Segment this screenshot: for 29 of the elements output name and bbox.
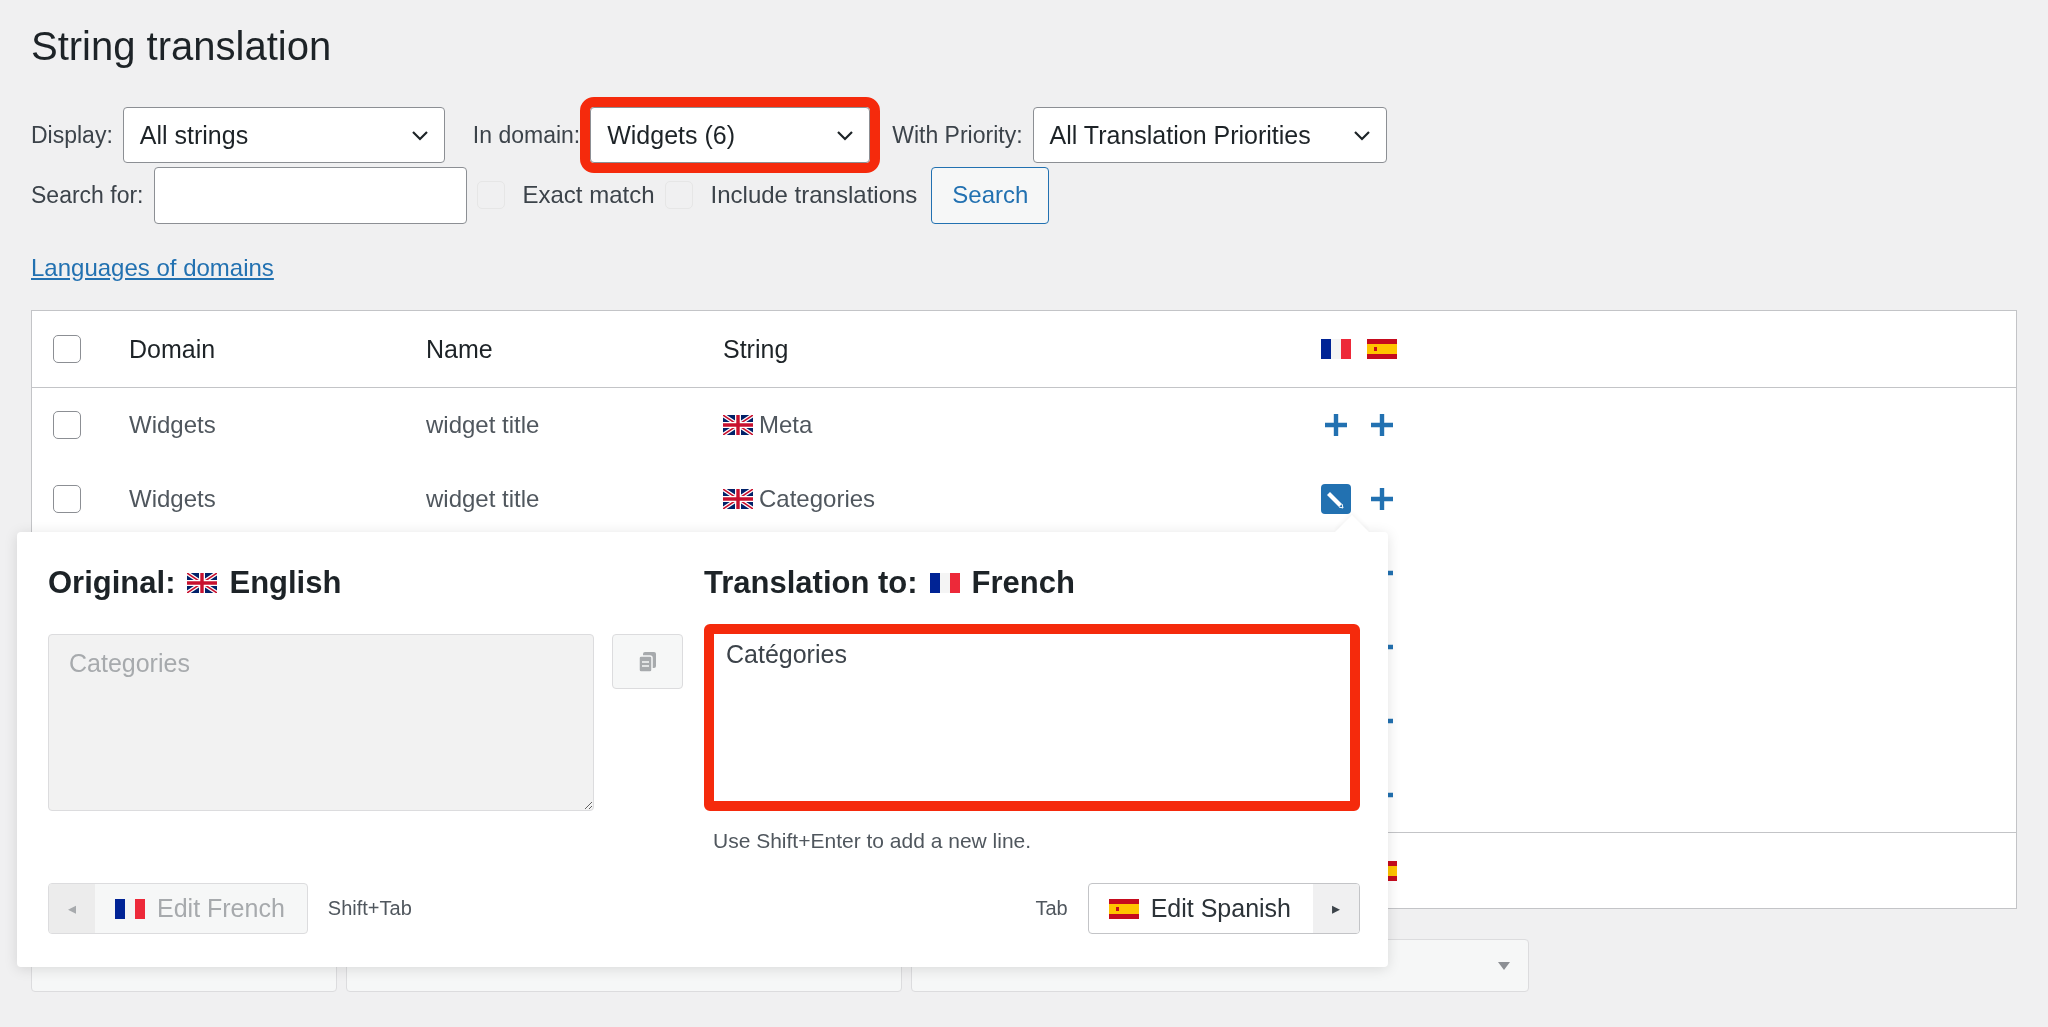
field-label: In domain: [472, 121, 581, 149]
languages-link[interactable]: Languages of domains [31, 254, 274, 282]
table-cell: widget title [426, 411, 540, 439]
column-header: Name [426, 334, 493, 364]
table-cell: Meta [759, 411, 813, 439]
checkbox-label: Exact match [522, 181, 655, 209]
column-header: String [723, 334, 789, 364]
original-heading: Original: [48, 565, 176, 601]
table-cell: Widgets [129, 485, 216, 513]
search-button[interactable]: Search [931, 166, 1050, 224]
field-label: With Priority: [892, 121, 1023, 149]
page-title: String translation [31, 23, 333, 70]
translation-heading: Translation to: [704, 565, 918, 601]
language-name: English [229, 565, 342, 601]
table-cell: widget title [426, 485, 540, 513]
shortcut-label: Tab [1035, 897, 1068, 920]
next-language-button[interactable]: Edit Spanish ▸ [1087, 883, 1360, 934]
hint-text: Use Shift+Enter to add a new line. [713, 829, 1033, 853]
table-cell: Categories [759, 485, 876, 513]
translation-field[interactable]: Catégories [704, 624, 1360, 811]
column-header: Domain [129, 334, 216, 364]
shortcut-label: Shift+Tab [327, 897, 412, 920]
dropdown[interactable]: All Translation Priorities [1032, 107, 1387, 163]
dropdown[interactable]: All strings [122, 107, 445, 163]
table-cell: Widgets [129, 411, 216, 439]
checkbox-label: Include translations [710, 181, 918, 209]
field-label: Display: [31, 121, 113, 149]
language-name: French [971, 565, 1075, 601]
field-label: Search for: [31, 181, 144, 209]
